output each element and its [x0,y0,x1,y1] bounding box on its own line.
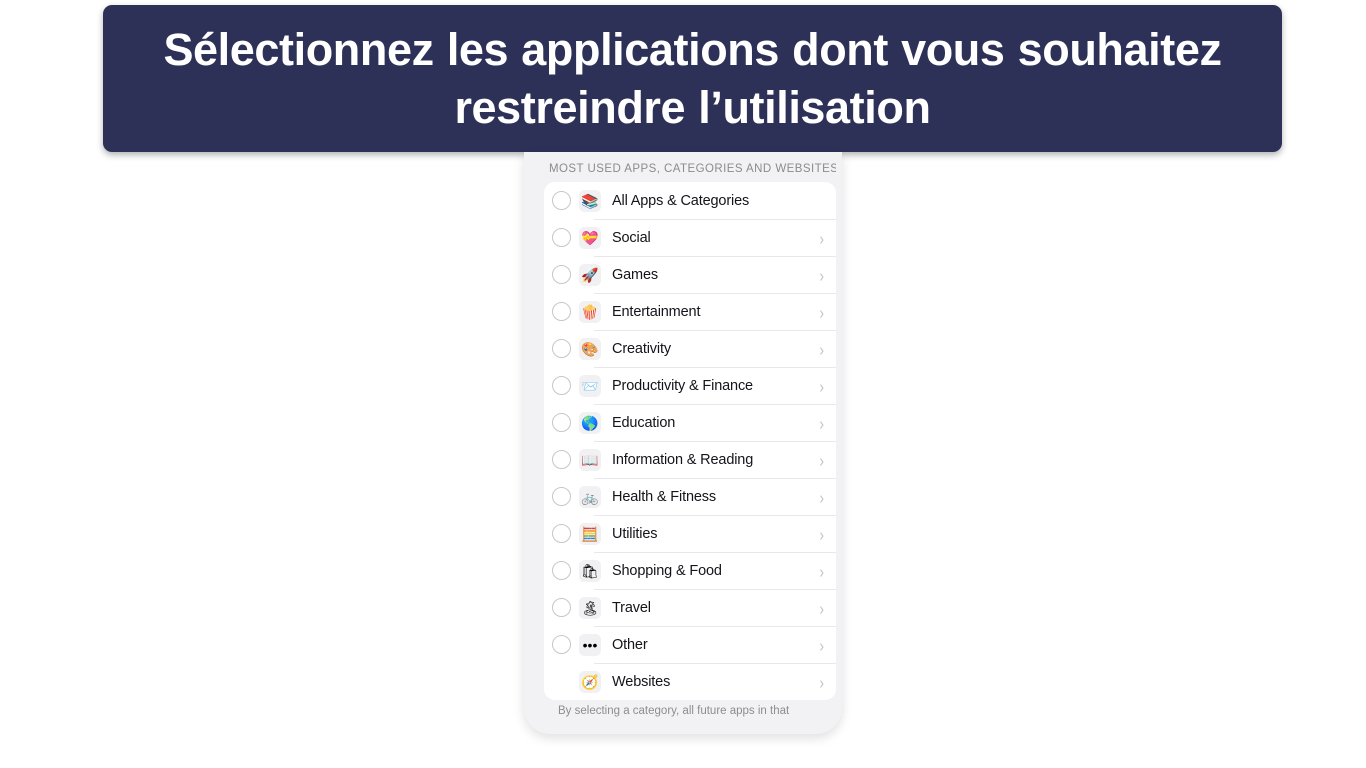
list-item[interactable]: 🧭 Websites › [544,663,836,700]
radio-button[interactable] [552,561,571,580]
chevron-right-icon[interactable]: › [819,673,824,691]
phone-screen: MOST USED APPS, CATEGORIES AND WEBSITES … [530,152,836,720]
section-header-most-used-apps: MOST USED APPS, CATEGORIES AND WEBSITES [549,163,836,175]
radio-button[interactable] [552,302,571,321]
list-item-label: Utilities [612,525,658,542]
ellipsis-icon: ••• [579,633,601,656]
radio-button[interactable] [552,228,571,247]
island-icon: 🏝 [579,596,601,619]
list-item-label: Websites [612,673,671,690]
chevron-right-icon[interactable]: › [819,377,824,395]
list-item-label: Games [612,266,658,283]
list-item-label: Health & Fitness [612,488,716,505]
list-item[interactable]: 📚All Apps & Categories› [544,182,836,219]
paper-plane-icon: 📨 [579,374,601,397]
phone-mockup: MOST USED APPS, CATEGORIES AND WEBSITES … [524,152,842,734]
list-item-label: Entertainment [612,303,701,320]
list-item[interactable]: 📨 Productivity & Finance › [544,367,836,404]
radio-button[interactable] [552,413,571,432]
list-item-label: Education [612,414,676,431]
app-category-list: 📚 All Apps & Categories › 💝 Social › 🚀 Games › 🍿 E… [544,182,836,700]
list-item-label: Shopping & Food [612,562,722,579]
shopping-bag-icon: 🛍 [579,559,601,582]
chevron-right-icon[interactable]: › [819,562,824,580]
radio-button[interactable] [552,376,571,395]
list-item[interactable]: 🚀 Games › [544,256,836,293]
open-book-icon: 📖 [579,448,601,471]
chevron-right-icon[interactable]: › [819,340,824,358]
list-item-label: All Apps & Categories [612,192,750,209]
chevron-right-icon[interactable]: › [819,636,824,654]
list-item-label: Information & Reading [612,451,754,468]
chevron-right-icon[interactable]: › [819,266,824,284]
list-item[interactable]: 💝 Social › [544,219,836,256]
list-item[interactable]: 🏝 Travel › [544,589,836,626]
radio-button[interactable] [552,191,571,210]
list-item[interactable]: 🛍 Shopping & Food › [544,552,836,589]
list-item-label: Creativity [612,340,671,357]
palette-icon: 🎨 [579,337,601,360]
list-item[interactable]: 🚲 Health & Fitness › [544,478,836,515]
title-banner: Sélectionnez les applications dont vous … [103,5,1282,152]
list-item[interactable]: 🧮 Utilities › [544,515,836,552]
list-item[interactable]: 🎨 Creativity › [544,330,836,367]
list-item[interactable]: 📖 Information & Reading › [544,441,836,478]
list-item-label: Social [612,229,651,246]
banner-title: Sélectionnez les applications dont vous … [163,23,1222,133]
chevron-right-icon[interactable]: › [819,525,824,543]
chevron-right-icon[interactable]: › [819,229,824,247]
stack-icon: 📚 [579,189,601,212]
radio-button[interactable] [552,487,571,506]
radio-button[interactable] [552,524,571,543]
chevron-right-icon[interactable]: › [819,451,824,469]
list-item[interactable]: 🍿 Entertainment › [544,293,836,330]
chevron-right-icon[interactable]: › [819,599,824,617]
chevron-right-icon[interactable]: › [819,303,824,321]
list-item[interactable]: 🌎 Education › [544,404,836,441]
list-item[interactable]: ••• Other › [544,626,836,663]
rocket-icon: 🚀 [579,263,601,286]
globe-icon: 🌎 [579,411,601,434]
chevron-right-icon[interactable]: › [819,488,824,506]
radio-button[interactable] [552,598,571,617]
page-root: Sélectionnez les applications dont vous … [0,0,1366,768]
list-item-label: Other [612,636,648,653]
compass-icon: 🧭 [579,670,601,693]
radio-button[interactable] [552,450,571,469]
radio-button[interactable] [552,339,571,358]
chat-heart-icon: 💝 [579,226,601,249]
footer-note: By selecting a category, all future apps… [558,705,790,717]
radio-button[interactable] [552,265,571,284]
radio-button[interactable] [552,635,571,654]
list-item-label: Travel [612,599,651,616]
chevron-right-icon[interactable]: › [819,414,824,432]
bicycle-icon: 🚲 [579,485,601,508]
calculator-icon: 🧮 [579,522,601,545]
list-item-label: Productivity & Finance [612,377,753,394]
popcorn-icon: 🍿 [579,300,601,323]
